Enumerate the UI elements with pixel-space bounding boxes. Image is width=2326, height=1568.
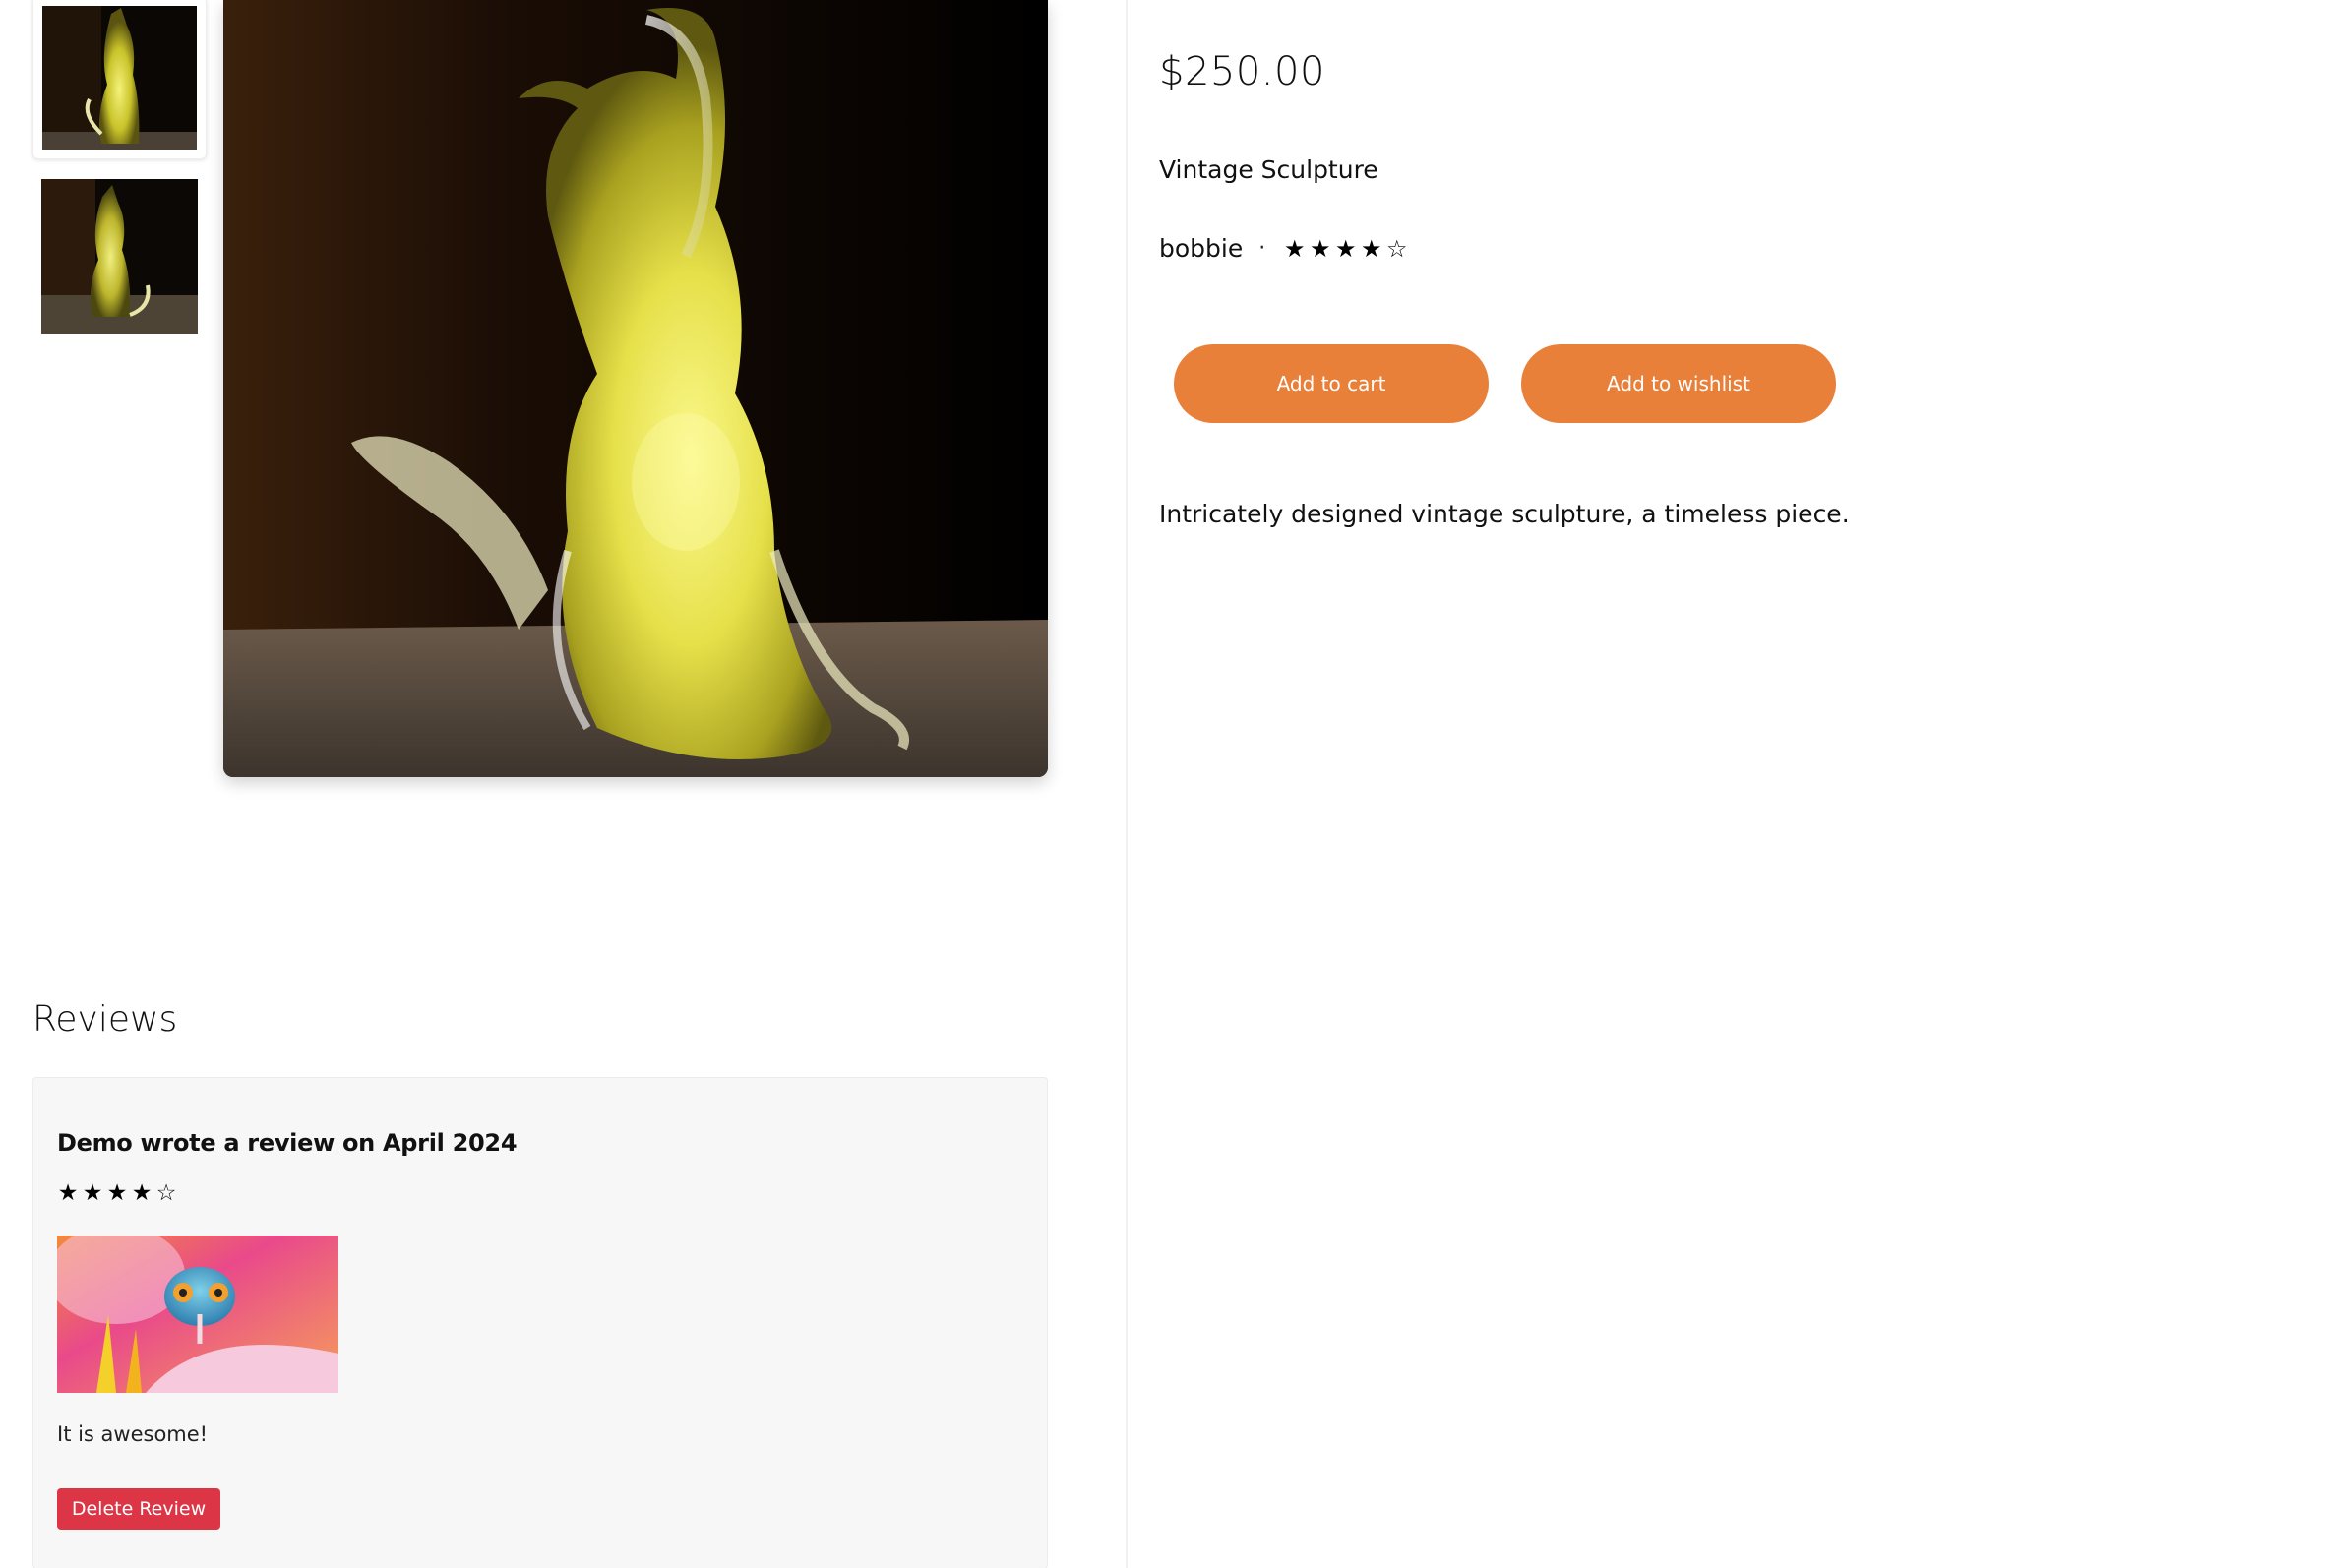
- product-price: $250.00: [1159, 49, 1325, 94]
- column-divider: [1126, 0, 1128, 1568]
- delete-review-button[interactable]: Delete Review: [57, 1488, 220, 1530]
- add-to-wishlist-button[interactable]: Add to wishlist: [1521, 344, 1836, 423]
- star-filled-icon: ★: [1334, 234, 1357, 263]
- add-to-cart-button[interactable]: Add to cart: [1174, 344, 1489, 423]
- star-filled-icon: ★: [131, 1180, 153, 1206]
- review-rating-stars: ★ ★ ★ ★ ☆: [57, 1182, 177, 1205]
- star-filled-icon: ★: [1283, 234, 1306, 263]
- product-page: $250.00 Vintage Sculpture bobbie · ★ ★ ★…: [0, 0, 2326, 1568]
- review-title: Demo wrote a review on April 2024: [57, 1129, 518, 1157]
- star-empty-icon: ☆: [1385, 234, 1408, 263]
- glass-cat-sculpture-icon: [223, 0, 1048, 777]
- review-text: It is awesome!: [57, 1422, 209, 1446]
- separator-dot: ·: [1258, 236, 1266, 261]
- star-filled-icon: ★: [106, 1180, 128, 1206]
- gallery-thumbnail-1[interactable]: [32, 0, 207, 159]
- star-filled-icon: ★: [82, 1180, 103, 1206]
- star-filled-icon: ★: [57, 1180, 79, 1206]
- seller-name[interactable]: bobbie: [1159, 234, 1243, 263]
- seller-rating-row: bobbie · ★ ★ ★ ★ ☆: [1159, 234, 1408, 263]
- chameleon-on-flower-icon: [57, 1236, 338, 1393]
- star-empty-icon: ☆: [155, 1180, 177, 1206]
- product-rating-stars: ★ ★ ★ ★ ☆: [1283, 237, 1408, 261]
- review-card: Demo wrote a review on April 2024 ★ ★ ★ …: [32, 1077, 1048, 1568]
- star-filled-icon: ★: [1309, 234, 1331, 263]
- main-product-image: [223, 0, 1048, 777]
- gallery-thumbnail-2[interactable]: [32, 172, 207, 339]
- product-description: Intricately designed vintage sculpture, …: [1159, 500, 1850, 528]
- star-filled-icon: ★: [1360, 234, 1382, 263]
- review-photo[interactable]: [57, 1236, 338, 1393]
- product-title: Vintage Sculpture: [1159, 155, 1378, 184]
- glass-cat-thumbnail-image: [41, 179, 198, 334]
- glass-cat-thumbnail-image: [42, 6, 197, 150]
- reviews-heading: Reviews: [32, 999, 178, 1040]
